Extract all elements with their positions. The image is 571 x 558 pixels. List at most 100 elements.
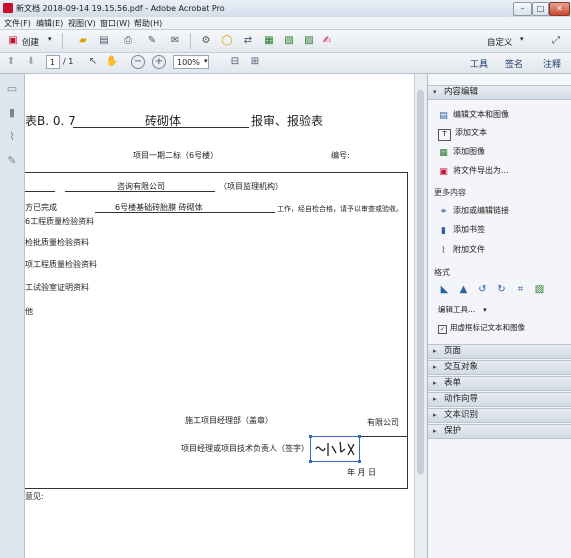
customize-button[interactable]: 自定义 bbox=[487, 36, 513, 48]
document-area: 表B. 0. 7 砖砌体 报审、报验表 项目一期二标（6号楼） 编号: 咨询有限… bbox=[25, 74, 414, 558]
manager-signature-label: 项目经理或项目技术负责人（签字） bbox=[181, 444, 309, 453]
scroll-thumb[interactable] bbox=[417, 90, 424, 474]
section-text-recognition[interactable]: ▸ 文本识别 bbox=[428, 408, 571, 423]
company-suffix: 有限公司 bbox=[367, 418, 399, 427]
create-button[interactable]: 创建 bbox=[22, 36, 39, 48]
bookmarks-icon[interactable]: ▮ bbox=[5, 106, 19, 120]
share-icon[interactable]: ⇄ bbox=[241, 34, 255, 48]
hand-tool-icon[interactable]: ✋ bbox=[105, 55, 119, 69]
signatures-icon[interactable]: ✎ bbox=[5, 154, 19, 168]
format-title: 格式 bbox=[434, 268, 450, 277]
tools-panel: ▾ 内容编辑 ▤ 编辑文本和图像 T 添加文本 ▦ 添加图像 ▣ 将文件导出为... 更多… bbox=[427, 74, 571, 558]
maximize-button[interactable]: □ bbox=[532, 2, 549, 16]
edit-tool-dropdown[interactable]: 编辑工具... ▾ bbox=[438, 303, 487, 316]
edit-document-icon[interactable]: ✎ bbox=[145, 34, 159, 48]
gear-icon[interactable]: ⚙ bbox=[199, 34, 213, 48]
section-interactive[interactable]: ▸ 交互对象 bbox=[428, 360, 571, 375]
email-icon[interactable]: ✉ bbox=[168, 34, 182, 48]
menu-view[interactable]: 视图(V) bbox=[68, 18, 96, 29]
fit-page-icon[interactable]: ⊟ bbox=[228, 55, 242, 69]
close-button[interactable]: ✕ bbox=[549, 2, 570, 16]
collapsed-icon: ▸ bbox=[433, 363, 437, 371]
work-statement: 工作，经自检合格，请予以审查或验收。 bbox=[277, 205, 403, 213]
supervisor-agency: （项目监理机构） bbox=[219, 182, 283, 191]
section-forms[interactable]: ▸ 表单 bbox=[428, 376, 571, 391]
image-icon[interactable]: ▦ bbox=[262, 34, 276, 48]
edit-text-icon: ▤ bbox=[439, 111, 448, 121]
tab-comment[interactable]: 注释 bbox=[543, 57, 561, 70]
create-icon: ▣ bbox=[8, 35, 18, 46]
sign-icon[interactable]: ✍ bbox=[320, 34, 334, 48]
zoom-dropdown-icon[interactable]: ▾ bbox=[204, 57, 208, 65]
minimize-button[interactable]: – bbox=[513, 2, 532, 16]
comment-icon[interactable]: ◯ bbox=[220, 34, 234, 48]
construction-dept-label: 施工项目经理部（盖章） bbox=[185, 416, 273, 425]
previous-page-icon[interactable]: ⬆ bbox=[4, 55, 18, 69]
more-content-title: 更多内容 bbox=[434, 188, 466, 197]
add-text-item[interactable]: T 添加文本 bbox=[438, 126, 487, 141]
attachment-3: 项工程质量检验资料 bbox=[25, 260, 97, 269]
replace-image-icon[interactable]: ▧ bbox=[533, 283, 546, 296]
zoom-out-icon[interactable]: − bbox=[131, 55, 145, 69]
print-icon[interactable]: ⎙ bbox=[121, 34, 135, 48]
link-icon: ⚭ bbox=[439, 207, 448, 217]
menu-file[interactable]: 文件(F) bbox=[4, 18, 31, 29]
main-toolbar: ▣ 创建 ▾ ▰ ▤ ⎙ ✎ ✉ ⚙ ◯ ⇄ ▦ ▧ ▨ ✍ 自定义 ▾ ⤢ bbox=[0, 30, 571, 53]
collapsed-icon: ▸ bbox=[433, 347, 437, 355]
menu-edit[interactable]: 编辑(E) bbox=[36, 18, 63, 29]
export-file-icon: ▣ bbox=[439, 167, 448, 177]
export-icon[interactable]: ▧ bbox=[282, 34, 296, 48]
page-thumbnails-icon[interactable]: ▭ bbox=[5, 82, 19, 96]
attach-file-item[interactable]: ⌇ 附加文件 bbox=[438, 243, 485, 256]
menu-help[interactable]: 帮助(H) bbox=[134, 18, 162, 29]
add-link-item[interactable]: ⚭ 添加或编辑链接 bbox=[438, 204, 509, 217]
menu-window[interactable]: 窗口(W) bbox=[100, 18, 130, 29]
paperclip-icon: ⌇ bbox=[441, 246, 446, 256]
rotate-left-icon[interactable]: ↺ bbox=[476, 283, 489, 296]
completed-text: 方已完成 bbox=[25, 203, 57, 212]
attachment-5: 他 bbox=[25, 307, 33, 316]
image-icon: ▦ bbox=[439, 148, 448, 158]
edit-text-image-item[interactable]: ▤ 编辑文本和图像 bbox=[438, 108, 509, 121]
page-number-input[interactable]: 1 bbox=[46, 55, 60, 69]
add-bookmark-item[interactable]: ▮ 添加书签 bbox=[438, 223, 485, 236]
project-name: 项目一期二标（6号楼） bbox=[133, 151, 219, 160]
vertical-scrollbar[interactable] bbox=[414, 74, 427, 558]
collapsed-icon: ▸ bbox=[433, 395, 437, 403]
fit-width-icon[interactable]: ⊞ bbox=[248, 55, 262, 69]
left-navigation-pane: ▭ ▮ ⌇ ✎ bbox=[0, 74, 25, 558]
export-file-item[interactable]: ▣ 将文件导出为... bbox=[438, 164, 508, 177]
collapsed-icon: ▸ bbox=[433, 427, 437, 435]
rotate-right-icon[interactable]: ↻ bbox=[495, 283, 508, 296]
window-title: 新文档 2018-09-14 19.15.56.pdf - Adobe Acro… bbox=[16, 4, 225, 13]
section-pages[interactable]: ▸ 页面 bbox=[428, 344, 571, 359]
attachment-2: 检批质量检验资料 bbox=[25, 238, 89, 247]
chevron-down-icon[interactable]: ▾ bbox=[48, 35, 52, 43]
content-edit-header[interactable]: ▾ 内容编辑 bbox=[428, 85, 571, 100]
expand-icon: ▾ bbox=[433, 88, 437, 96]
checkbox[interactable]: ✓ bbox=[438, 325, 447, 334]
save-icon[interactable]: ▤ bbox=[97, 34, 111, 48]
company-name: 咨询有限公司 bbox=[117, 182, 165, 191]
align-left-icon[interactable]: ◣ bbox=[438, 283, 451, 296]
outline-checkbox-row[interactable]: ✓ 用虚框标记文本和图像 bbox=[438, 321, 525, 334]
zoom-in-icon[interactable]: + bbox=[152, 55, 166, 69]
signature-image[interactable] bbox=[309, 435, 361, 463]
tab-tools[interactable]: 工具 bbox=[470, 57, 488, 70]
align-center-icon[interactable]: ▲ bbox=[457, 283, 470, 296]
next-page-icon[interactable]: ⬇ bbox=[24, 55, 38, 69]
tab-sign[interactable]: 签名 bbox=[505, 57, 523, 70]
format-tools: ◣ ▲ ↺ ↻ ⌗ ▧ bbox=[438, 283, 568, 297]
date-label: 年 月 日 bbox=[347, 468, 377, 477]
fullscreen-icon[interactable]: ⤢ bbox=[549, 34, 563, 48]
add-image-item[interactable]: ▦ 添加图像 bbox=[438, 145, 485, 158]
crop-icon[interactable]: ⌗ bbox=[514, 283, 527, 296]
dropdown-arrow-icon: ▾ bbox=[483, 306, 487, 314]
section-action-wizard[interactable]: ▸ 动作向导 bbox=[428, 392, 571, 407]
section-protection[interactable]: ▸ 保护 bbox=[428, 424, 571, 439]
open-folder-icon[interactable]: ▰ bbox=[76, 34, 90, 48]
attachments-icon[interactable]: ⌇ bbox=[5, 130, 19, 144]
select-tool-icon[interactable]: ↖ bbox=[86, 55, 100, 69]
review-icon[interactable]: ▨ bbox=[302, 34, 316, 48]
customize-chevron-icon[interactable]: ▾ bbox=[520, 35, 524, 43]
